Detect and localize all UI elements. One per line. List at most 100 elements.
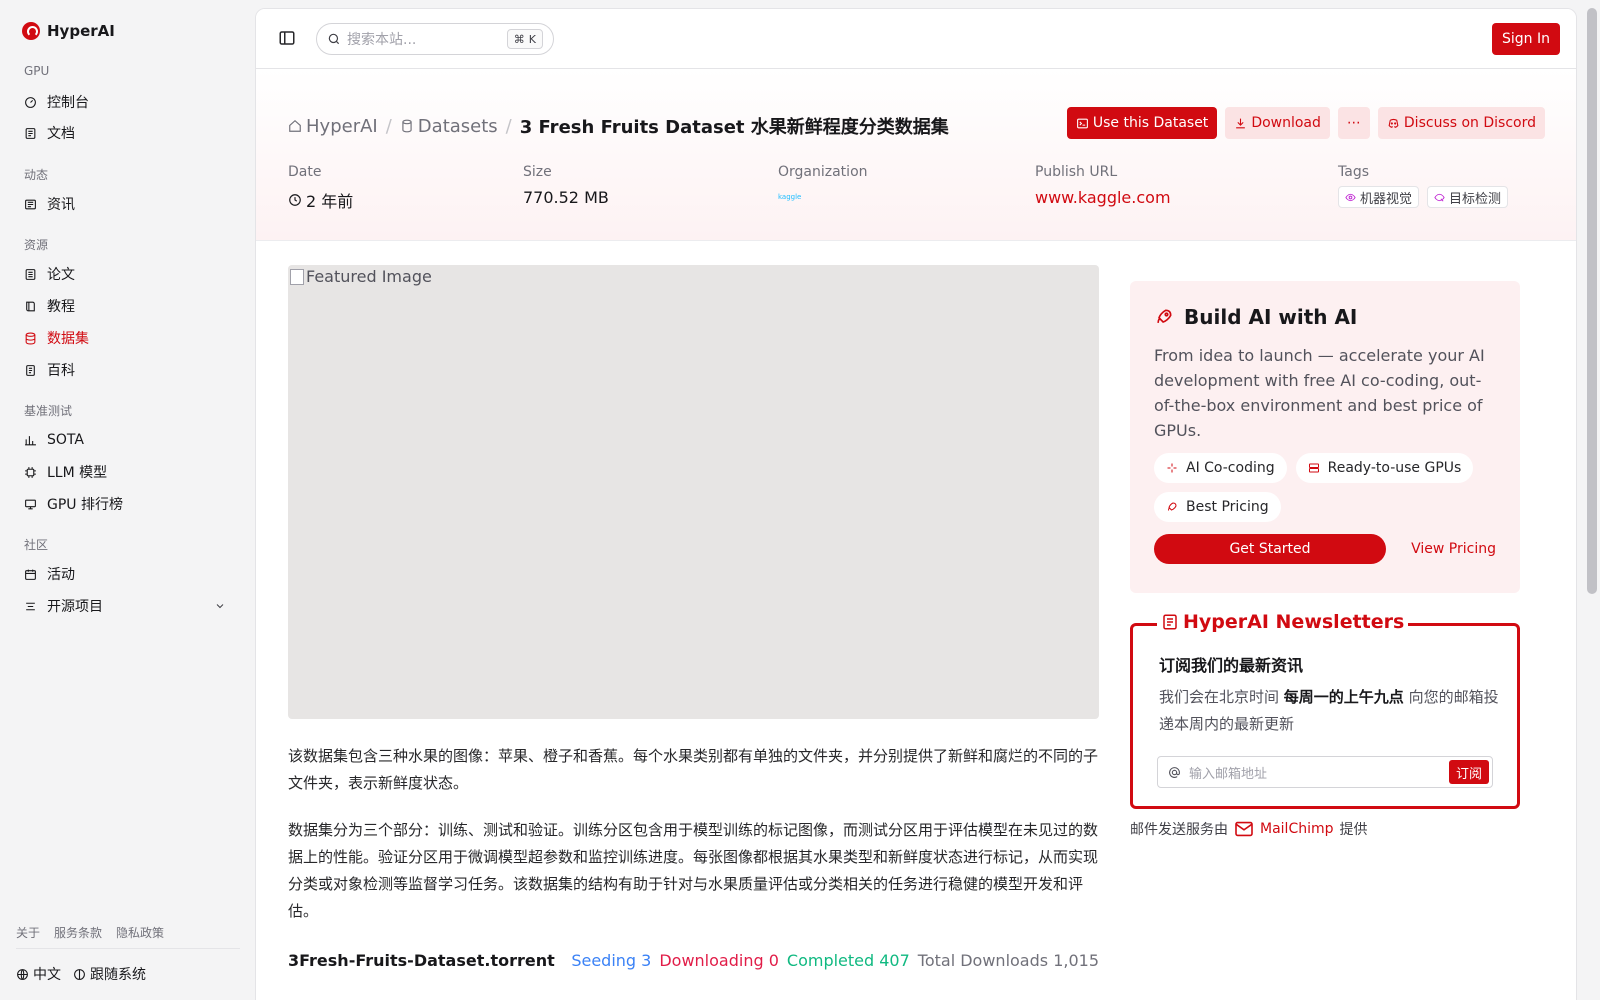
downloading-count: Downloading 0 — [659, 951, 779, 970]
sidebar-item-datasets[interactable]: 数据集 — [24, 324, 234, 352]
main-panel: 搜索本站... ⌘ K Sign In HyperAI / Datasets / … — [255, 8, 1577, 1000]
sidebar-item-llm[interactable]: LLM 模型 — [24, 458, 234, 486]
date-text: 2 年前 — [306, 192, 354, 211]
sidebar-item-label: SOTA — [47, 432, 84, 448]
newspaper-icon — [1163, 614, 1177, 630]
sidebar-item-sota[interactable]: SOTA — [24, 426, 234, 454]
newsletter-box: HyperAI Newsletters 订阅我们的最新资讯 我们会在北京时间 每… — [1130, 611, 1520, 809]
sidebar-item-label: 教程 — [47, 299, 75, 315]
seeding-count: Seeding 3 — [571, 951, 652, 970]
newsletter-title: HyperAI Newsletters — [1157, 611, 1409, 633]
newsletter-heading: 订阅我们的最新资讯 — [1159, 656, 1304, 675]
newsletter-text: 我们会在北京时间 每周一的上午九点 向您的邮箱投递本周内的最新更新 — [1159, 684, 1499, 738]
chip-gpus: Ready-to-use GPUs — [1295, 453, 1474, 483]
torrent-row: 3Fresh-Fruits-Dataset.torrent Seeding 3 … — [288, 951, 1099, 970]
sidebar-item-open-source[interactable]: 开源项目 — [24, 592, 234, 620]
kaggle-logo[interactable]: kaggle — [778, 193, 868, 201]
brand-name: HyperAI — [47, 22, 115, 40]
search-placeholder: 搜索本站... — [347, 32, 417, 48]
tag-computer-vision[interactable]: 机器视觉 — [1338, 186, 1420, 208]
meta-date-value: 2 年前 — [288, 188, 353, 212]
rocket-icon — [1157, 309, 1172, 323]
sidebar-item-console[interactable]: 控制台 — [24, 88, 234, 116]
paper-icon — [24, 268, 37, 281]
meta-date: Date 2 年前 — [288, 164, 353, 212]
sidebar-item-wiki[interactable]: 百科 — [24, 356, 234, 384]
completed-count: Completed 407 — [786, 951, 910, 970]
brand[interactable]: HyperAI — [22, 22, 115, 40]
chart-icon — [24, 434, 37, 447]
clock-icon — [289, 194, 301, 206]
footer-link-privacy[interactable]: 隐私政策 — [116, 924, 164, 941]
torrent-stats: Seeding 3 Downloading 0 Completed 407 To… — [571, 951, 1099, 970]
page-title: 3 Fresh Fruits Dataset 水果新鲜程度分类数据集 — [519, 117, 949, 138]
mail-icon — [1235, 821, 1253, 837]
meta-size-label: Size — [523, 164, 552, 180]
chip-ai-coding: AI Co-coding — [1154, 453, 1287, 483]
hyperai-logo-icon — [22, 22, 40, 40]
section-label-gpu: GPU — [24, 64, 50, 78]
ai-card-actions: Get Started View Pricing — [1154, 534, 1496, 564]
search-input[interactable]: 搜索本站... ⌘ K — [316, 23, 554, 55]
tag-label: 目标检测 — [1449, 191, 1502, 207]
footer-settings: 中文 跟随系统 — [16, 964, 146, 984]
section-label-community: 社区 — [24, 538, 49, 552]
calendar-icon — [24, 568, 37, 581]
sparkles-icon — [1167, 463, 1177, 473]
download-button[interactable]: Download — [1225, 107, 1330, 139]
sidebar-item-label: GPU 排行榜 — [47, 497, 123, 513]
email-field[interactable]: 输入邮箱地址 订阅 — [1157, 756, 1493, 788]
use-dataset-label: Use this Dataset — [1092, 115, 1209, 131]
chip-icon — [24, 466, 37, 479]
breadcrumb-home-label: HyperAI — [306, 115, 378, 137]
chevron-down-icon[interactable] — [214, 600, 226, 612]
eye-icon — [1345, 193, 1356, 201]
sidebar-item-papers[interactable]: 论文 — [24, 260, 234, 288]
breadcrumb-separator: / — [385, 115, 392, 137]
chip-label: Best Pricing — [1186, 499, 1269, 515]
discord-button[interactable]: Discuss on Discord — [1377, 107, 1545, 139]
meta-tags-label: Tags — [1338, 164, 1369, 180]
terminal-icon — [1076, 118, 1088, 128]
footer-link-about[interactable]: 关于 — [16, 924, 40, 941]
build-ai-card: Build AI with AI From idea to launch — a… — [1130, 281, 1520, 593]
meta-size: Size 770.52 MB — [523, 164, 609, 207]
sidebar: HyperAI GPU 控制台 文档 动态 资讯 资源 论文 教程 数据集 百科… — [0, 0, 255, 1000]
discord-icon — [1388, 118, 1399, 128]
footer-link-terms[interactable]: 服务条款 — [54, 924, 102, 941]
download-icon — [1236, 118, 1246, 128]
tag-object-detection[interactable]: 目标检测 — [1427, 186, 1509, 208]
sidebar-toggle-icon[interactable] — [278, 29, 296, 47]
sidebar-item-tutorials[interactable]: 教程 — [24, 292, 234, 320]
sidebar-item-label: 百科 — [47, 363, 75, 379]
language-switch[interactable]: 中文 — [16, 964, 61, 984]
breadcrumb-datasets[interactable]: Datasets — [400, 116, 498, 137]
subscribe-button[interactable]: 订阅 — [1448, 760, 1489, 784]
sidebar-item-label: 控制台 — [47, 95, 89, 111]
sidebar-item-news[interactable]: 资讯 — [24, 190, 234, 218]
description-paragraph-2: 数据集分为三个部分：训练、测试和验证。训练分区包含用于模型训练的标记图像，而测试… — [288, 821, 1099, 920]
page-scrollbar[interactable] — [1583, 0, 1600, 1000]
sidebar-item-events[interactable]: 活动 — [24, 560, 234, 588]
sign-in-button[interactable]: Sign In — [1492, 23, 1560, 55]
use-dataset-button[interactable]: Use this Dataset — [1066, 107, 1218, 139]
sidebar-item-gpu-ranking[interactable]: GPU 排行榜 — [24, 490, 234, 518]
wiki-icon — [24, 364, 37, 377]
get-started-button[interactable]: Get Started — [1154, 534, 1386, 564]
theme-switch[interactable]: 跟随系统 — [73, 964, 146, 984]
publish-url-link[interactable]: www.kaggle.com — [1035, 188, 1171, 207]
monitor-icon — [24, 498, 37, 511]
scan-icon — [1434, 193, 1445, 201]
meta-organization: Organization kaggle — [778, 164, 868, 201]
more-options-button[interactable]: ⋯ — [1337, 107, 1370, 139]
scrollbar-thumb[interactable] — [1587, 8, 1597, 594]
download-label: Download — [1251, 115, 1321, 131]
theme-label: 跟随系统 — [90, 967, 146, 983]
sidebar-item-docs[interactable]: 文档 — [24, 119, 234, 147]
command-icon: ⌘ — [513, 32, 525, 46]
mailchimp-link[interactable]: MailChimp — [1260, 821, 1334, 837]
torrent-file-link[interactable]: 3Fresh-Fruits-Dataset.torrent — [288, 951, 555, 970]
view-pricing-link[interactable]: View Pricing — [1411, 541, 1496, 557]
topbar: 搜索本站... ⌘ K Sign In — [256, 9, 1576, 69]
breadcrumb-home[interactable]: HyperAI — [288, 116, 378, 137]
